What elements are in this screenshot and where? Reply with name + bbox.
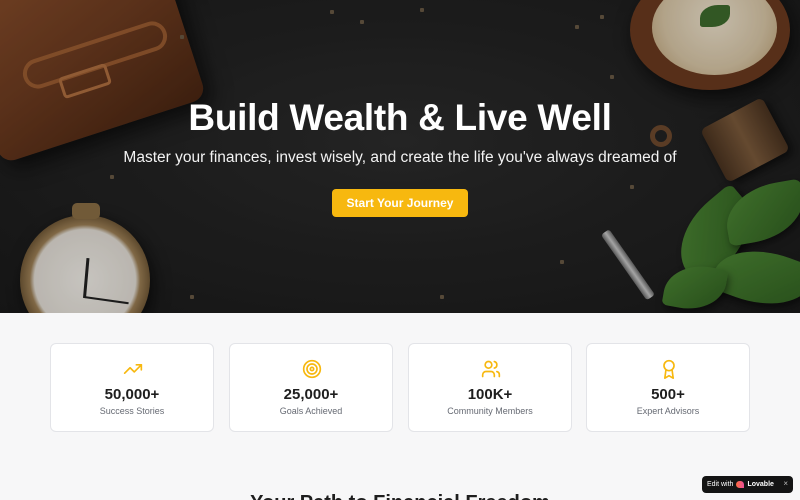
users-icon (481, 359, 501, 379)
section-heading: Your Path to Financial Freedom (0, 491, 800, 500)
badge-brand: Lovable (747, 481, 774, 488)
stat-value: 50,000+ (104, 386, 160, 403)
trending-up-icon (123, 359, 143, 379)
stat-card: 25,000+ Goals Achieved (229, 343, 393, 432)
start-journey-button[interactable]: Start Your Journey (332, 189, 468, 217)
hero-subtitle: Master your finances, invest wisely, and… (123, 149, 677, 166)
badge-prefix: Edit with (707, 481, 734, 488)
stat-value: 25,000+ (283, 386, 339, 403)
close-icon[interactable]: × (783, 479, 788, 488)
award-icon (659, 359, 679, 379)
stats-section: 50,000+ Success Stories 25,000+ Goals Ac… (50, 343, 750, 432)
hero-content: Build Wealth & Live Well Master your fin… (0, 96, 800, 217)
edit-with-lovable-badge[interactable]: Edit with Lovable × (702, 476, 793, 493)
stat-label: Expert Advisors (636, 406, 700, 416)
lovable-heart-icon (736, 481, 745, 488)
hero-section: Build Wealth & Live Well Master your fin… (0, 0, 800, 313)
stat-label: Success Stories (99, 406, 165, 416)
stat-card: 100K+ Community Members (408, 343, 572, 432)
stat-card: 50,000+ Success Stories (50, 343, 214, 432)
stat-label: Goals Achieved (279, 406, 343, 416)
stat-value: 100K+ (467, 386, 513, 403)
target-icon (302, 359, 322, 379)
stat-card: 500+ Expert Advisors (586, 343, 750, 432)
stat-value: 500+ (651, 386, 685, 403)
stat-label: Community Members (447, 406, 533, 416)
hero-title: Build Wealth & Live Well (188, 97, 612, 138)
